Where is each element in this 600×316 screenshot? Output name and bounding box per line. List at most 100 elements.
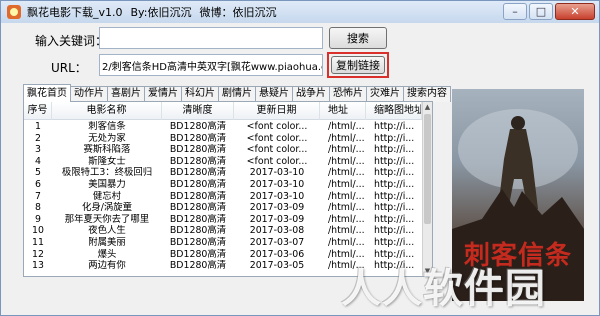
title-bar[interactable]: 飘花电影下载_v1.0 By:依旧沉沉 微博：依旧沉沉 – □ ✕: [1, 1, 599, 23]
cell-no: 1: [35, 121, 41, 132]
cell-thumb: http://i...: [374, 167, 415, 179]
window-title: 飘花电影下载_v1.0: [27, 6, 123, 19]
cell-addr: /html/...: [328, 167, 365, 179]
cell-name: 那年夏天你去了哪里: [64, 213, 150, 225]
cell-no: 11: [32, 236, 44, 248]
cell-addr: /html/...: [328, 132, 365, 144]
cell-def: BD1280高清: [169, 155, 227, 167]
cell-thumb: http://i...: [374, 155, 415, 167]
cell-name: 刺客信条: [88, 121, 126, 132]
cell-date: 2017-03-08: [249, 225, 305, 237]
tab-5[interactable]: 剧情片: [218, 86, 256, 102]
cell-date: 2017-03-09: [249, 202, 305, 214]
cell-def: BD1280高清: [169, 121, 227, 132]
cell-thumb: http://i...: [374, 202, 415, 214]
cell-date: <font color...: [246, 155, 308, 167]
tab-3[interactable]: 爱情片: [144, 86, 182, 102]
site-watermark: 人人软件园: [341, 266, 546, 312]
cell-name: 夜色人生: [88, 225, 126, 237]
tab-9[interactable]: 灾难片: [366, 86, 404, 102]
table-row[interactable]: 2 无处为家 BD1280高清 <font color... /html/... http…: [24, 133, 422, 145]
cell-name: 两边有你: [88, 260, 126, 272]
table-row[interactable]: 4 斯隆女士 BD1280高清 <font color... /html/... http…: [24, 156, 422, 168]
cell-addr: /html/...: [328, 155, 365, 167]
tab-10[interactable]: 搜索内容: [403, 86, 451, 102]
cell-thumb: http://i...: [374, 225, 415, 237]
column-header[interactable]: 电影名称: [52, 102, 162, 120]
column-header[interactable]: 缩略图地址: [366, 102, 422, 120]
cell-name: 极限特工3：终极回归: [61, 167, 153, 179]
cell-no: 9: [35, 213, 41, 225]
table-row[interactable]: 7 健忘村 BD1280高清 2017-03-10/html/... http://i.…: [24, 191, 422, 203]
table-header: 序号 电影名称 清晰度 更新日期 地址 缩略图地址: [24, 102, 424, 120]
column-header[interactable]: 地址: [320, 102, 366, 120]
search-button[interactable]: 搜索: [329, 27, 387, 49]
window-controls: – □ ✕: [503, 3, 595, 20]
cell-addr: /html/...: [328, 178, 365, 190]
copy-button-highlight: 复制链接: [327, 52, 389, 78]
cell-no: 6: [35, 178, 41, 190]
tab-2[interactable]: 喜剧片: [107, 86, 145, 102]
cell-name: 化身/涡旋童: [81, 202, 133, 214]
table-row[interactable]: 9 那年夏天你去了哪里 BD1280高清 2017-03-09/html/... htt…: [24, 214, 422, 226]
vertical-scrollbar[interactable]: ▲ ▼: [422, 102, 432, 276]
app-logo-icon: [7, 5, 21, 19]
cell-def: BD1280高清: [169, 236, 227, 248]
cell-date: 2017-03-06: [249, 248, 305, 260]
cell-thumb: http://i...: [374, 178, 415, 190]
cell-def: BD1280高清: [169, 190, 227, 202]
cell-thumb: http://i...: [374, 213, 415, 225]
tab-1[interactable]: 动作片: [70, 86, 108, 102]
cell-def: BD1280高清: [169, 178, 227, 190]
table-row[interactable]: 10 夜色人生 BD1280高清 2017-03-08/html/... http://…: [24, 225, 422, 237]
cell-date: 2017-03-05: [249, 260, 305, 272]
scroll-up-icon[interactable]: ▲: [423, 102, 432, 112]
minimize-button[interactable]: –: [503, 3, 527, 20]
table-row[interactable]: 3 赛斯科陷落 BD1280高清 <font color... /html/... htt…: [24, 144, 422, 156]
category-tabs: 飘花首页 动作片 喜剧片 爱情片 科幻片 剧情片 悬疑片 战争片 恐怖片 灾难片 搜索内容: [23, 84, 451, 102]
cell-no: 3: [35, 144, 41, 156]
close-button[interactable]: ✕: [555, 3, 595, 20]
maximize-button[interactable]: □: [529, 3, 553, 20]
tab-8[interactable]: 恐怖片: [329, 86, 367, 102]
table-row[interactable]: 5 极限特工3：终极回归 BD1280高清 2017-03-10/html/... ht…: [24, 167, 422, 179]
cell-def: BD1280高清: [169, 248, 227, 260]
tab-6[interactable]: 悬疑片: [255, 86, 293, 102]
scroll-thumb[interactable]: [424, 114, 431, 224]
column-header[interactable]: 清晰度: [162, 102, 234, 120]
cell-name: 无处为家: [88, 132, 126, 144]
table-row[interactable]: 6 美国暴力 BD1280高清 2017-03-10/html/... http://i…: [24, 179, 422, 191]
table-row[interactable]: 1 刺客信条 BD1280高清 <font color... /html/... http…: [24, 121, 422, 133]
cell-thumb: http://i...: [374, 132, 415, 144]
cell-date: <font color...: [246, 144, 308, 156]
tab-0[interactable]: 飘花首页: [23, 84, 71, 102]
table-row[interactable]: 11 附属美丽 BD1280高清 2017-03-07/html/... http://…: [24, 237, 422, 249]
app-window: 飘花电影下载_v1.0 By:依旧沉沉 微博：依旧沉沉 – □ ✕ 输入关键词：…: [0, 0, 600, 316]
cell-def: BD1280高清: [169, 225, 227, 237]
cell-no: 5: [35, 167, 41, 179]
cell-addr: /html/...: [328, 202, 365, 214]
cell-name: 健忘村: [92, 190, 122, 202]
cell-def: BD1280高清: [169, 213, 227, 225]
table-row[interactable]: 8 化身/涡旋童 BD1280高清 2017-03-09/html/... http:/…: [24, 202, 422, 214]
cell-def: BD1280高清: [169, 132, 227, 144]
url-field[interactable]: 2/刺客信条HD高清中英双字[飘花www.piaohua.com].mkv: [99, 54, 323, 76]
column-header[interactable]: 更新日期: [234, 102, 320, 120]
cell-thumb: http://i...: [374, 236, 415, 248]
column-header[interactable]: 序号: [24, 102, 52, 120]
copy-link-button[interactable]: 复制链接: [331, 56, 385, 74]
tab-4[interactable]: 科幻片: [181, 86, 219, 102]
cell-name: 美国暴力: [88, 178, 126, 190]
keyword-input[interactable]: [99, 27, 323, 49]
cell-name: 赛斯科陷落: [83, 144, 131, 156]
cell-no: 10: [32, 225, 44, 237]
cell-date: 2017-03-10: [249, 178, 305, 190]
cell-date: <font color...: [246, 132, 308, 144]
cell-addr: /html/...: [328, 225, 365, 237]
cell-no: 7: [35, 190, 41, 202]
cell-date: 2017-03-10: [249, 190, 305, 202]
cell-def: BD1280高清: [169, 202, 227, 214]
cell-name: 附属美丽: [88, 236, 126, 248]
cell-date: 2017-03-09: [249, 213, 305, 225]
tab-7[interactable]: 战争片: [292, 86, 330, 102]
